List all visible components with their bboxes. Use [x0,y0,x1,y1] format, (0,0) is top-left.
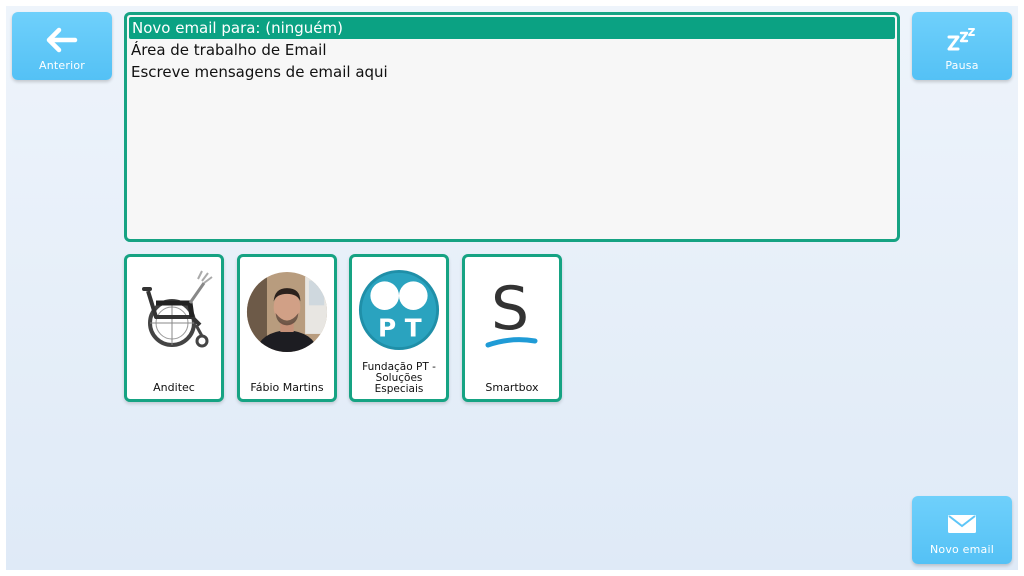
pause-button-label: Pausa [945,59,979,72]
message-line-hint: Escreve mensagens de email aqui [131,63,388,81]
wheelchair-image [133,267,215,357]
app-background: Anterior Pausa Novo email Novo email par… [6,6,1018,570]
contact-name: Anditec [153,381,195,394]
arrow-left-icon [46,26,78,54]
pt-logo-text: P T [378,314,422,343]
envelope-icon [947,510,977,538]
contact-anditec[interactable]: Anditec [124,254,224,402]
message-line-title: Área de trabalho de Email [131,41,327,59]
message-area[interactable]: Novo email para: (ninguém) Área de traba… [124,12,900,242]
new-email-button-label: Novo email [929,543,995,556]
smartbox-logo-text: S [491,274,529,344]
person-photo [246,267,328,357]
contact-name: Fábio Martins [250,381,324,394]
message-line-recipient: Novo email para: (ninguém) [129,17,895,39]
contact-name: Smartbox [485,381,539,394]
contact-name: Fundação PT - Soluções Especiais [362,361,436,395]
pt-logo: P T [358,265,440,355]
back-button-label: Anterior [38,59,85,72]
contact-fundacao-pt[interactable]: P T Fundação PT - Soluções Especiais [349,254,449,402]
sleep-zzz-icon [946,26,978,54]
smartbox-logo: S [471,267,553,357]
contact-smartbox[interactable]: S Smartbox [462,254,562,402]
new-email-button[interactable]: Novo email [912,496,1012,564]
contact-fabio-martins[interactable]: Fábio Martins [237,254,337,402]
back-button[interactable]: Anterior [12,12,112,80]
pause-button[interactable]: Pausa [912,12,1012,80]
